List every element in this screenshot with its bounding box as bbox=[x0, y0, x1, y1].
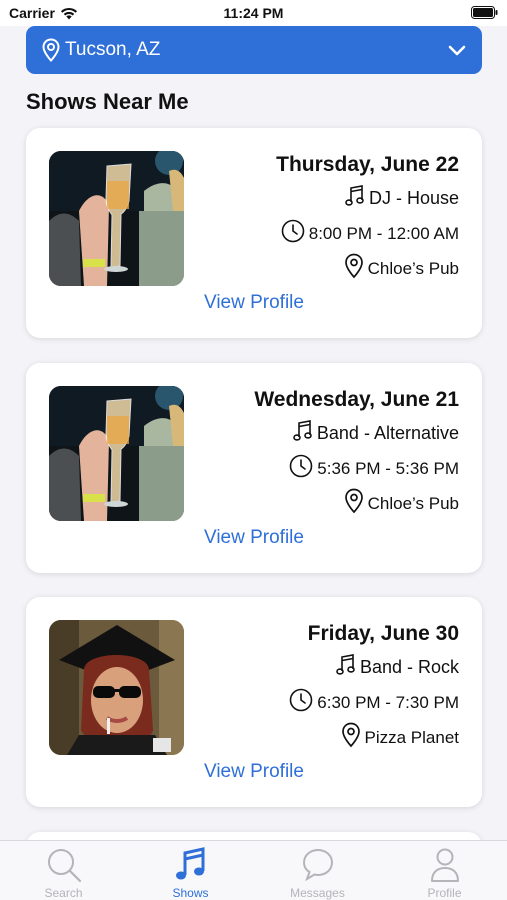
tab-label: Profile bbox=[427, 886, 462, 900]
tab-messages[interactable]: Messages bbox=[254, 841, 381, 900]
tab-label: Search bbox=[44, 886, 83, 900]
chat-bubble-icon bbox=[254, 847, 381, 883]
show-card: Friday, June 30 Band - Rock 6:30 PM - 7:… bbox=[26, 597, 482, 807]
show-venue: Pizza Planet bbox=[364, 727, 460, 747]
search-icon bbox=[0, 847, 127, 883]
tab-search[interactable]: Search bbox=[0, 841, 127, 900]
view-profile-link[interactable]: View Profile bbox=[26, 292, 482, 314]
music-note-icon bbox=[345, 185, 365, 212]
show-venue-row: Chloe’s Pub bbox=[344, 253, 459, 284]
show-time: 6:30 PM - 7:30 PM bbox=[317, 692, 459, 712]
show-card: Wednesday, June 21 Band - Alternative 5:… bbox=[26, 363, 482, 573]
tab-label: Messages bbox=[290, 886, 345, 900]
show-time: 5:36 PM - 5:36 PM bbox=[317, 458, 459, 478]
music-note-icon bbox=[293, 420, 313, 447]
clock-icon bbox=[289, 688, 313, 717]
show-venue-row: Chloe’s Pub bbox=[344, 488, 459, 519]
show-venue: Chloe’s Pub bbox=[367, 493, 459, 513]
show-genre: Band - Alternative bbox=[316, 423, 459, 443]
map-pin-icon bbox=[344, 488, 364, 519]
show-thumbnail bbox=[49, 151, 184, 286]
music-note-icon bbox=[127, 847, 254, 883]
show-time: 8:00 PM - 12:00 AM bbox=[308, 223, 459, 243]
show-thumbnail bbox=[49, 386, 184, 521]
show-thumbnail bbox=[49, 620, 184, 755]
map-pin-icon bbox=[341, 722, 361, 753]
tab-label: Shows bbox=[172, 886, 209, 900]
tab-shows[interactable]: Shows bbox=[127, 841, 254, 900]
status-time: 11:24 PM bbox=[223, 5, 284, 21]
map-pin-icon bbox=[42, 38, 60, 62]
show-time-row: 6:30 PM - 7:30 PM bbox=[289, 688, 459, 717]
show-genre-row: Band - Rock bbox=[336, 654, 459, 681]
section-title: Shows Near Me bbox=[26, 89, 189, 114]
battery-icon bbox=[471, 6, 498, 22]
tab-profile[interactable]: Profile bbox=[381, 841, 507, 900]
status-bar: Carrier 11:24 PM bbox=[0, 0, 507, 26]
location-label: Tucson, AZ bbox=[65, 39, 161, 60]
show-date: Wednesday, June 21 bbox=[254, 388, 459, 411]
show-date: Friday, June 30 bbox=[307, 622, 459, 645]
view-profile-link[interactable]: View Profile bbox=[26, 527, 482, 549]
clock-icon bbox=[281, 219, 305, 248]
person-icon bbox=[381, 847, 507, 883]
location-selector[interactable]: Tucson, AZ bbox=[26, 26, 482, 74]
chevron-down-icon bbox=[448, 41, 466, 59]
show-time-row: 8:00 PM - 12:00 AM bbox=[281, 219, 459, 248]
tab-bar: Search Shows Messages Profile bbox=[0, 840, 507, 900]
show-card: Thursday, June 22 DJ - House 8:00 PM - 1… bbox=[26, 128, 482, 338]
show-genre: DJ - House bbox=[368, 188, 459, 208]
show-venue-row: Pizza Planet bbox=[341, 722, 460, 753]
map-pin-icon bbox=[344, 253, 364, 284]
show-genre-row: Band - Alternative bbox=[293, 420, 459, 447]
clock-icon bbox=[289, 454, 313, 483]
view-profile-link[interactable]: View Profile bbox=[26, 761, 482, 783]
show-venue: Chloe’s Pub bbox=[367, 258, 459, 278]
show-date: Thursday, June 22 bbox=[276, 153, 459, 176]
show-genre-row: DJ - House bbox=[345, 185, 459, 212]
show-genre: Band - Rock bbox=[359, 657, 459, 677]
music-note-icon bbox=[336, 654, 356, 681]
show-time-row: 5:36 PM - 5:36 PM bbox=[289, 454, 459, 483]
